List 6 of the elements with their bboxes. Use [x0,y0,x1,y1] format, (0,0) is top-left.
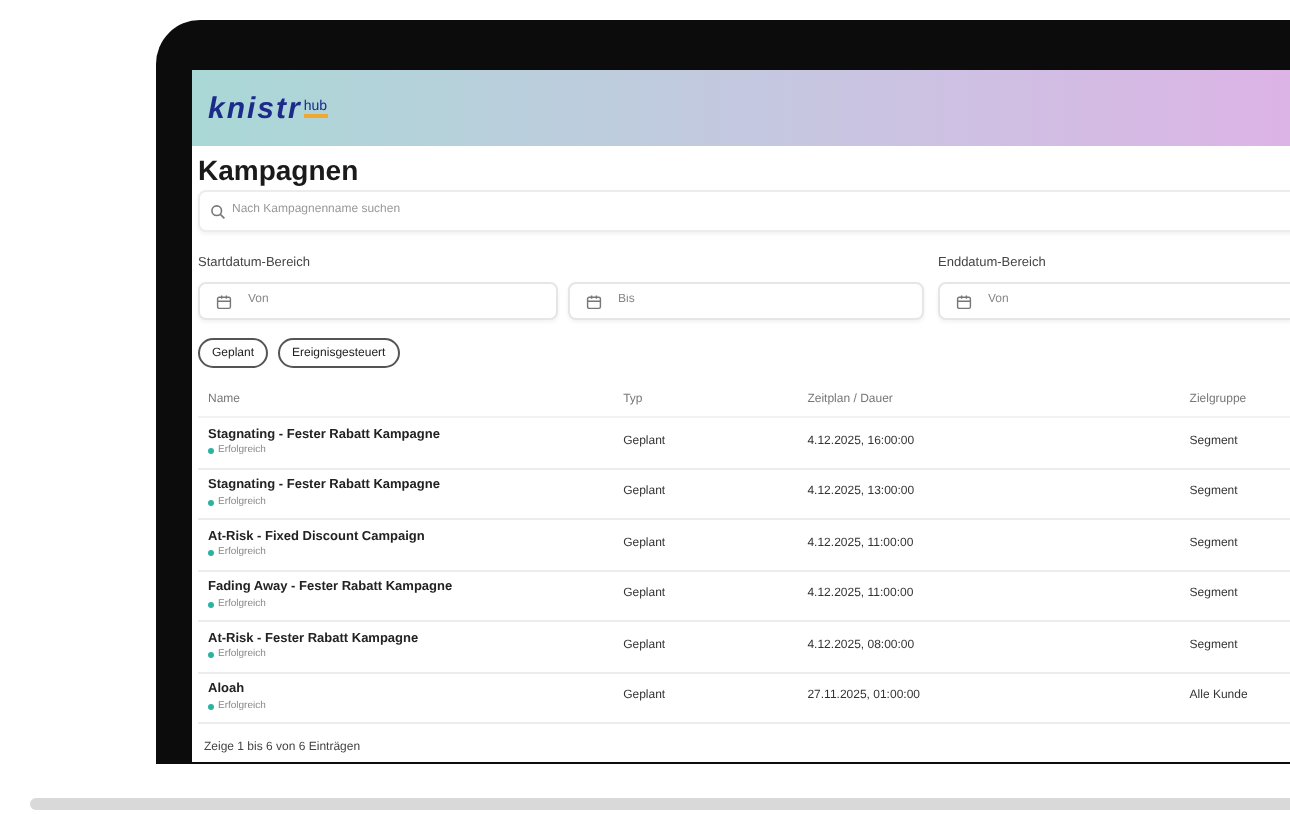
logo-text: knistr [208,93,302,123]
calendar-icon [216,293,232,309]
calendar-icon [586,293,602,309]
calendar-icon [956,293,972,309]
page-title: Kampagnen [198,152,361,188]
search-icon [210,203,226,219]
